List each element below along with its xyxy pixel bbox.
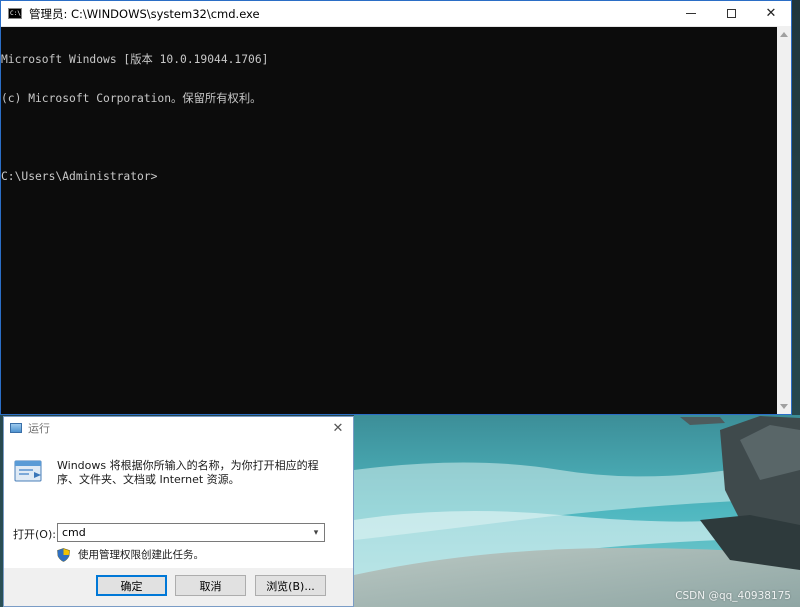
close-icon: ✕ bbox=[332, 420, 344, 436]
admin-note: 使用管理权限创建此任务。 bbox=[57, 547, 204, 562]
cmd-icon: C:\ bbox=[8, 8, 22, 19]
cmd-window-title: 管理员: C:\WINDOWS\system32\cmd.exe bbox=[29, 6, 260, 21]
maximize-icon bbox=[726, 9, 736, 18]
run-dialog[interactable]: 运行 ✕ Windows 将根据你所输入的名称，为你打开相应的程序、文件夹、文档… bbox=[3, 416, 354, 607]
minimize-button[interactable] bbox=[671, 1, 711, 26]
run-command-input[interactable] bbox=[58, 524, 308, 541]
run-close-button[interactable]: ✕ bbox=[323, 417, 353, 439]
close-icon: ✕ bbox=[765, 6, 777, 21]
close-button[interactable]: ✕ bbox=[751, 1, 791, 26]
run-content: Windows 将根据你所输入的名称，为你打开相应的程序、文件夹、文档或 Int… bbox=[4, 439, 353, 568]
run-titlebar[interactable]: 运行 ✕ bbox=[4, 417, 353, 439]
cmd-window[interactable]: C:\ 管理员: C:\WINDOWS\system32\cmd.exe ✕ M… bbox=[0, 0, 792, 415]
cancel-button[interactable]: 取消 bbox=[175, 575, 246, 596]
watermark: CSDN @qq_40938175 bbox=[675, 590, 791, 602]
run-dialog-title: 运行 bbox=[28, 422, 50, 435]
console-output[interactable]: Microsoft Windows [版本 10.0.19044.1706] (… bbox=[1, 26, 777, 414]
window-controls: ✕ bbox=[671, 1, 791, 26]
minimize-icon bbox=[686, 13, 696, 14]
run-footer: 确定 取消 浏览(B)... bbox=[4, 568, 353, 606]
chevron-down-icon[interactable]: ▾ bbox=[308, 524, 324, 541]
scroll-down-icon[interactable] bbox=[780, 404, 788, 409]
scrollbar-thumb[interactable] bbox=[779, 42, 789, 398]
run-description: Windows 将根据你所输入的名称，为你打开相应的程序、文件夹、文档或 Int… bbox=[57, 459, 319, 486]
admin-note-text: 使用管理权限创建此任务。 bbox=[78, 549, 204, 561]
open-label: 打开(O): bbox=[13, 528, 56, 541]
vertical-scrollbar[interactable] bbox=[777, 26, 791, 414]
browse-button[interactable]: 浏览(B)... bbox=[255, 575, 326, 596]
run-icon bbox=[10, 423, 22, 433]
ok-button[interactable]: 确定 bbox=[96, 575, 167, 596]
open-combobox[interactable]: ▾ bbox=[57, 523, 325, 542]
console-prompt: C:\Users\Administrator> bbox=[1, 170, 158, 183]
console-line: Microsoft Windows [版本 10.0.19044.1706] bbox=[1, 53, 269, 66]
cmd-titlebar[interactable]: C:\ 管理员: C:\WINDOWS\system32\cmd.exe ✕ bbox=[1, 1, 791, 27]
console-line: (c) Microsoft Corporation。保留所有权利。 bbox=[1, 92, 262, 105]
shield-icon bbox=[57, 547, 70, 562]
scroll-up-icon[interactable] bbox=[780, 32, 788, 37]
maximize-button[interactable] bbox=[711, 1, 751, 26]
run-program-icon bbox=[14, 460, 42, 482]
